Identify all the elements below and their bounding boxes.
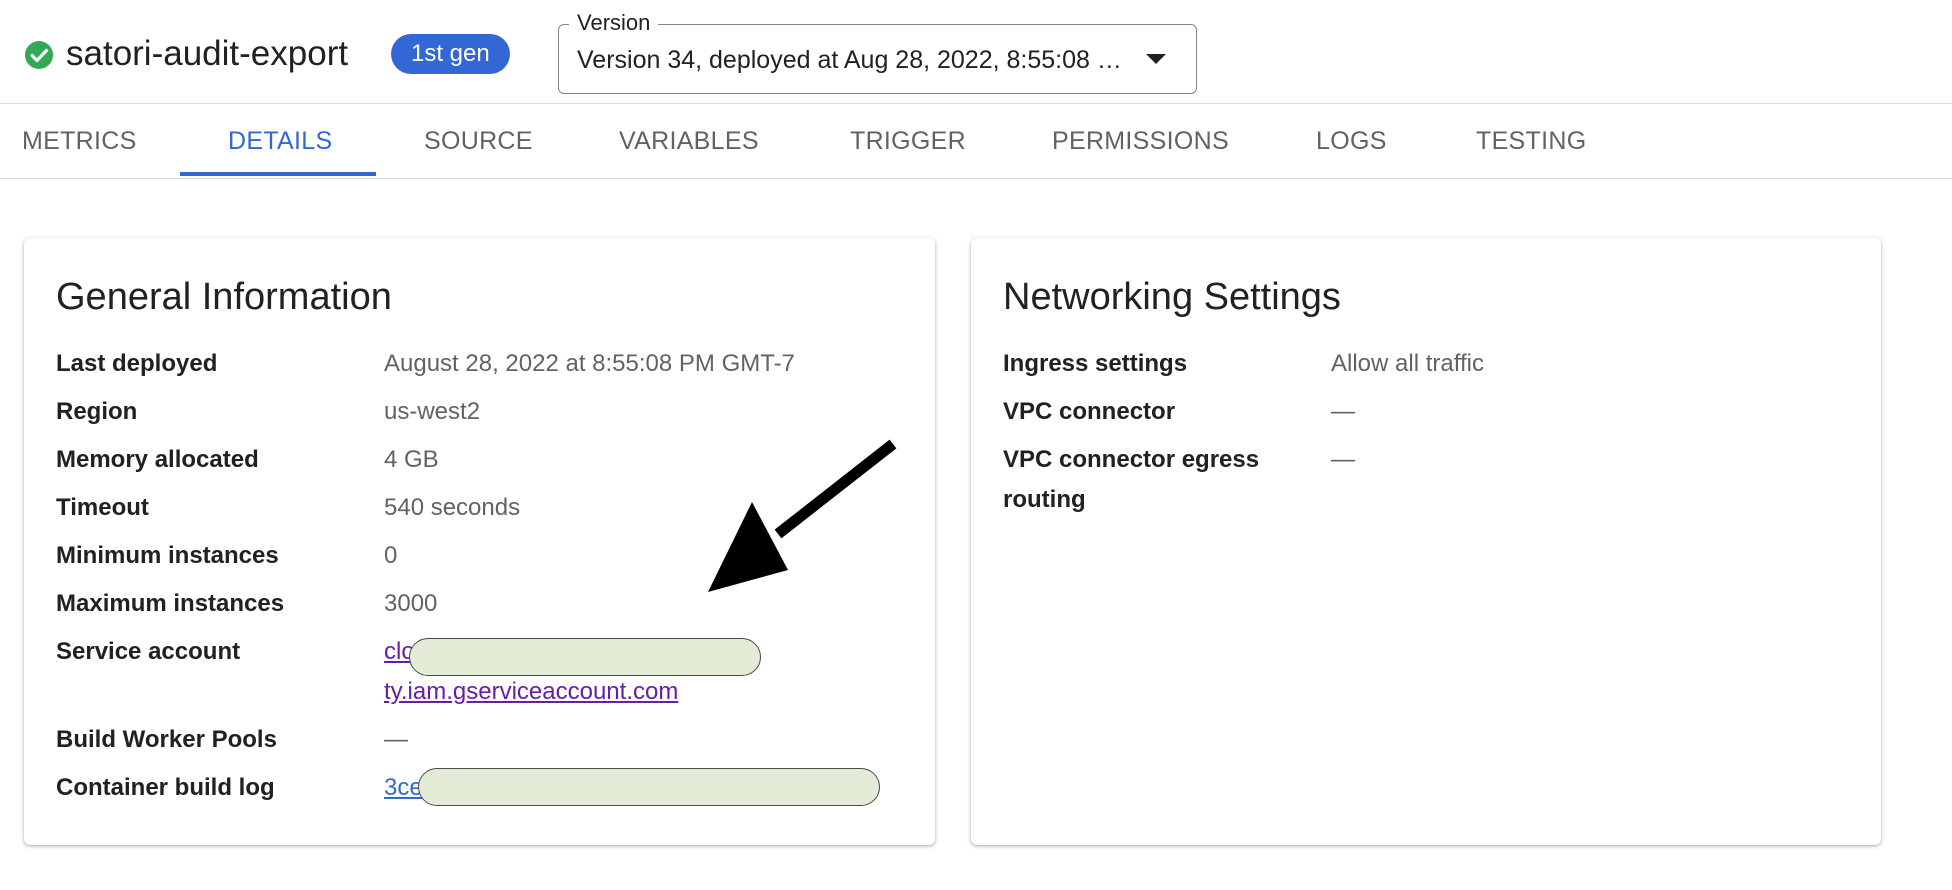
tab-bar: METRICS DETAILS SOURCE VARIABLES TRIGGER…	[0, 104, 1952, 179]
detail-label: Service account	[56, 638, 241, 665]
timeout-value: 540 seconds	[384, 494, 521, 521]
max-instances-value: 3000	[384, 590, 438, 617]
container-build-log-link[interactable]: 3ce	[384, 768, 423, 808]
card-title: Networking Settings	[1003, 276, 1341, 318]
tab-logs[interactable]: LOGS	[1316, 104, 1387, 178]
min-instances-value: 0	[384, 542, 398, 569]
tab-metrics[interactable]: METRICS	[22, 104, 137, 178]
tab-permissions[interactable]: PERMISSIONS	[1052, 104, 1229, 178]
last-deployed-value: August 28, 2022 at 8:55:08 PM GMT-7	[384, 350, 795, 377]
networking-settings-card: Networking Settings Ingress settings All…	[971, 238, 1881, 845]
detail-label: Minimum instances	[56, 542, 279, 569]
detail-label: Ingress settings	[1003, 350, 1188, 377]
check-circle-icon	[25, 41, 53, 69]
generation-badge: 1st gen	[391, 34, 510, 74]
function-header: satori-audit-export 1st gen Version Vers…	[0, 0, 1952, 104]
tab-trigger[interactable]: TRIGGER	[850, 104, 966, 178]
tab-testing[interactable]: TESTING	[1476, 104, 1586, 178]
function-name: satori-audit-export	[66, 34, 349, 73]
detail-label: Container build log	[56, 774, 275, 801]
memory-value: 4 GB	[384, 446, 439, 473]
annotation-arrow-icon	[708, 439, 897, 592]
card-title: General Information	[56, 276, 392, 318]
service-account-link-continued[interactable]: ty.iam.gserviceaccount.com	[384, 672, 678, 712]
tab-details[interactable]: DETAILS	[228, 104, 332, 178]
redaction-overlay	[409, 638, 761, 676]
detail-label: VPC connector egress	[1003, 446, 1260, 473]
detail-label-continued: routing	[1003, 486, 1086, 513]
vpc-connector-value: —	[1331, 398, 1355, 425]
detail-label: Memory allocated	[56, 446, 259, 473]
ingress-value: Allow all traffic	[1331, 350, 1484, 377]
vpc-egress-value: —	[1331, 446, 1355, 473]
detail-label: VPC connector	[1003, 398, 1176, 425]
region-value: us-west2	[384, 398, 481, 425]
detail-label: Region	[56, 398, 138, 425]
detail-label: Maximum instances	[56, 590, 285, 617]
version-value: Version 34, deployed at Aug 28, 2022, 8:…	[577, 46, 1125, 74]
build-worker-pools-value: —	[384, 726, 408, 753]
dropdown-arrow-icon[interactable]	[1146, 54, 1166, 64]
detail-label: Last deployed	[56, 350, 218, 377]
tab-source[interactable]: SOURCE	[424, 104, 533, 178]
version-select[interactable]: Version Version 34, deployed at Aug 28, …	[558, 9, 1197, 94]
redaction-overlay	[418, 768, 880, 806]
version-label: Version	[569, 9, 659, 37]
detail-label: Timeout	[56, 494, 149, 521]
active-tab-indicator	[180, 172, 376, 176]
tab-variables[interactable]: VARIABLES	[619, 104, 759, 178]
detail-label: Build Worker Pools	[56, 726, 277, 753]
